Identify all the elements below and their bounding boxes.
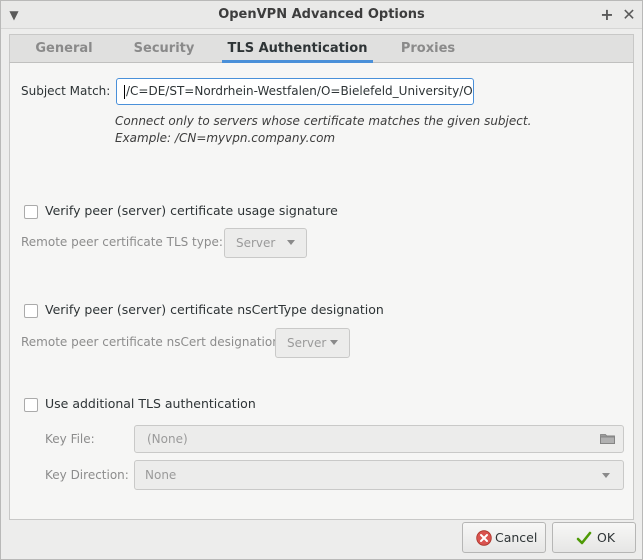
chevron-down-icon	[602, 473, 610, 478]
tab-proxies[interactable]: Proxies	[390, 35, 466, 63]
subject-match-hint: Connect only to servers whose certificat…	[115, 114, 532, 128]
key-file-value: (None)	[147, 432, 188, 446]
cancel-icon	[476, 530, 492, 546]
verify-usage-checkbox[interactable]	[24, 205, 38, 219]
key-file-chooser[interactable]: (None)	[134, 425, 624, 453]
ok-button[interactable]: OK	[552, 522, 636, 553]
tab-bar: General Security TLS Authentication Prox…	[9, 34, 634, 63]
tls-type-label: Remote peer certificate TLS type:	[21, 235, 223, 249]
subject-match-input[interactable]: /C=DE/ST=Nordrhein-Westfalen/O=Bielefeld…	[116, 78, 474, 105]
tls-auth-checkbox[interactable]	[24, 398, 38, 412]
verify-nscert-checkbox[interactable]	[24, 304, 38, 318]
nscert-designation-dropdown[interactable]: Server	[275, 328, 350, 358]
checkmark-icon	[576, 531, 592, 545]
cancel-button[interactable]: Cancel	[462, 522, 546, 553]
tls-type-dropdown[interactable]: Server	[224, 228, 307, 258]
tab-tls-authentication[interactable]: TLS Authentication	[222, 35, 373, 63]
close-icon[interactable]: ✕	[619, 5, 639, 25]
tab-general[interactable]: General	[26, 35, 102, 63]
key-direction-dropdown[interactable]: None	[134, 460, 624, 490]
maximize-icon[interactable]: +	[597, 5, 617, 25]
key-direction-label: Key Direction:	[45, 468, 129, 482]
tls-auth-label[interactable]: Use additional TLS authentication	[45, 396, 256, 411]
tls-type-value: Server	[236, 236, 276, 250]
tls-authentication-pane: Subject Match: /C=DE/ST=Nordrhein-Westfa…	[9, 63, 634, 520]
nscert-designation-label: Remote peer certificate nsCert designati…	[21, 335, 284, 349]
tab-security[interactable]: Security	[126, 35, 202, 63]
dialog-window: ▼ OpenVPN Advanced Options + ✕ General S…	[0, 0, 643, 560]
folder-icon	[600, 434, 615, 444]
subject-match-label: Subject Match:	[21, 84, 111, 98]
window-title: OpenVPN Advanced Options	[218, 7, 425, 22]
chevron-down-icon	[330, 340, 338, 345]
chevron-down-icon	[287, 240, 295, 245]
nscert-designation-value: Server	[287, 336, 327, 350]
cancel-label: Cancel	[495, 530, 538, 545]
text-cursor	[124, 84, 125, 99]
verify-nscert-label[interactable]: Verify peer (server) certificate nsCertT…	[45, 302, 384, 317]
ok-label: OK	[597, 530, 616, 545]
subject-match-value: /C=DE/ST=Nordrhein-Westfalen/O=Bielefeld…	[126, 84, 474, 98]
verify-usage-label[interactable]: Verify peer (server) certificate usage s…	[45, 203, 338, 218]
subject-match-example: Example: /CN=myvpn.company.com	[115, 131, 336, 145]
title-bar: ▼ OpenVPN Advanced Options + ✕	[1, 1, 642, 29]
key-file-label: Key File:	[45, 432, 95, 446]
key-direction-value: None	[145, 468, 177, 482]
